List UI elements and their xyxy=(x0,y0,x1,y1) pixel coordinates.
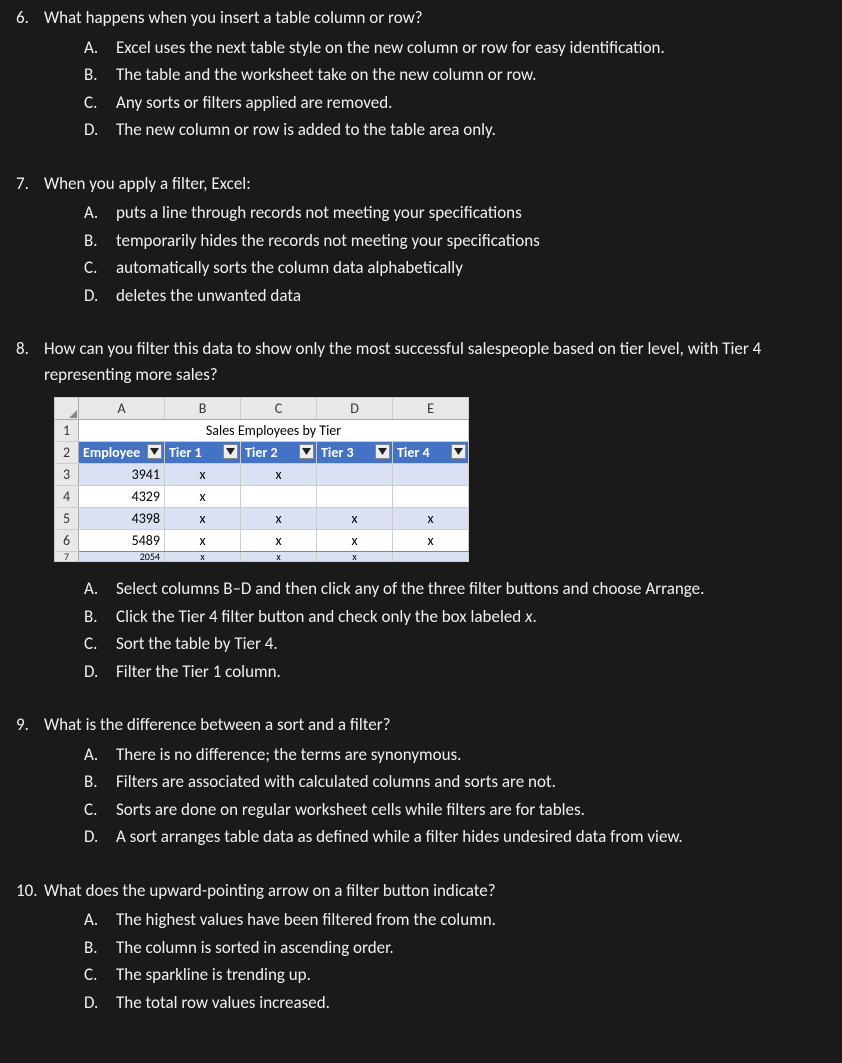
options-list: A.The highest values have been filtered … xyxy=(10,907,842,1015)
option-b: B.The column is sorted in ascending orde… xyxy=(84,935,842,961)
options-list: A.puts a line through records not meetin… xyxy=(10,200,842,308)
question-text: What happens when you insert a table col… xyxy=(44,5,842,31)
header-employee: Employee xyxy=(79,442,165,464)
option-b: B.Filters are associated with calculated… xyxy=(84,769,842,795)
question-number: 6. xyxy=(10,5,44,31)
question-9: 9. What is the difference between a sort… xyxy=(0,712,842,850)
option-a: A.puts a line through records not meetin… xyxy=(84,200,842,226)
option-c: C.Sort the table by Tier 4. xyxy=(84,631,842,657)
question-7: 7. When you apply a filter, Excel: A.put… xyxy=(0,171,842,309)
question-text: What does the upward-pointing arrow on a… xyxy=(44,878,842,904)
table-row: 6 5489 x x x x xyxy=(55,530,469,552)
question-8: 8. How can you filter this data to show … xyxy=(0,336,842,684)
filter-button-icon xyxy=(375,444,390,459)
option-a: A.The highest values have been filtered … xyxy=(84,907,842,933)
row-number: 2 xyxy=(55,442,79,464)
table-row: 3 3941 x x xyxy=(55,464,469,486)
header-tier2: Tier 2 xyxy=(241,442,317,464)
option-d: D.deletes the unwanted data xyxy=(84,283,842,309)
row-number: 1 xyxy=(55,420,79,442)
excel-screenshot: A B C D E 1 Sales Employees by Tier 2 Em… xyxy=(54,397,842,562)
filter-button-icon xyxy=(223,444,238,459)
header-tier1: Tier 1 xyxy=(165,442,241,464)
header-tier3: Tier 3 xyxy=(317,442,393,464)
col-header-b: B xyxy=(165,398,241,420)
question-number: 7. xyxy=(10,171,44,197)
option-c: C.Sorts are done on regular worksheet ce… xyxy=(84,797,842,823)
question-number: 10. xyxy=(10,878,44,904)
option-a: A.There is no difference; the terms are … xyxy=(84,742,842,768)
options-list: A.There is no difference; the terms are … xyxy=(10,742,842,850)
option-b: B.Click the Tier 4 filter button and che… xyxy=(84,604,842,630)
col-header-a: A xyxy=(79,398,165,420)
option-b: B.The table and the worksheet take on th… xyxy=(84,62,842,88)
question-text: What is the difference between a sort an… xyxy=(44,712,842,738)
option-c: C.Any sorts or filters applied are remov… xyxy=(84,90,842,116)
question-text: When you apply a filter, Excel: xyxy=(44,171,842,197)
option-b: B.temporarily hides the records not meet… xyxy=(84,228,842,254)
question-text: How can you filter this data to show onl… xyxy=(44,336,842,387)
option-d: D.Filter the Tier 1 column. xyxy=(84,659,842,685)
table-row: 5 4398 x x x x xyxy=(55,508,469,530)
option-d: D.A sort arranges table data as defined … xyxy=(84,824,842,850)
option-a: A.Select columns B–D and then click any … xyxy=(84,576,842,602)
options-list: A.Excel uses the next table style on the… xyxy=(10,35,842,143)
col-header-d: D xyxy=(317,398,393,420)
excel-table: A B C D E 1 Sales Employees by Tier 2 Em… xyxy=(54,397,469,562)
option-a: A.Excel uses the next table style on the… xyxy=(84,35,842,61)
option-c: C.The sparkline is trending up. xyxy=(84,962,842,988)
filter-button-icon xyxy=(451,444,466,459)
option-c: C.automatically sorts the column data al… xyxy=(84,255,842,281)
table-title: Sales Employees by Tier xyxy=(79,420,469,442)
header-tier4: Tier 4 xyxy=(393,442,469,464)
col-header-c: C xyxy=(241,398,317,420)
filter-button-icon xyxy=(299,444,314,459)
question-number: 9. xyxy=(10,712,44,738)
option-d: D.The new column or row is added to the … xyxy=(84,117,842,143)
select-all-corner xyxy=(55,398,79,420)
options-list: A.Select columns B–D and then click any … xyxy=(10,576,842,684)
option-d: D.The total row values increased. xyxy=(84,990,842,1016)
question-6: 6. What happens when you insert a table … xyxy=(0,5,842,143)
question-number: 8. xyxy=(10,336,44,362)
table-row-partial: 7 2054 x x x xyxy=(55,552,469,562)
col-header-e: E xyxy=(393,398,469,420)
table-row: 4 4329 x xyxy=(55,486,469,508)
filter-button-icon xyxy=(147,444,162,459)
question-10: 10. What does the upward-pointing arrow … xyxy=(0,878,842,1016)
